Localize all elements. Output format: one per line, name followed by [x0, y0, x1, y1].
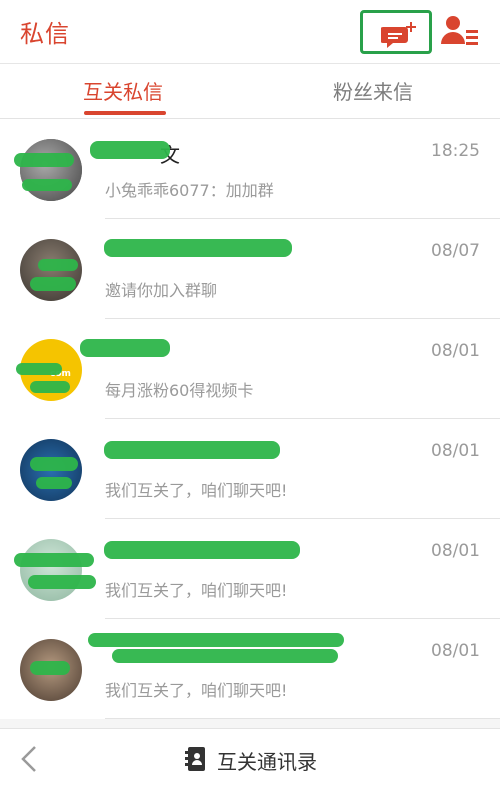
redaction-mark	[104, 541, 300, 559]
new-message-button[interactable]	[360, 10, 432, 54]
redaction-mark	[88, 633, 344, 647]
conversation-row[interactable]: 文 小兔乖乖6077：加加群 18:25	[0, 119, 500, 219]
conversation-time: 08/07	[431, 241, 480, 261]
redaction-mark	[30, 381, 70, 393]
redaction-mark	[14, 553, 94, 567]
conversation-preview: 我们互关了，咱们聊天吧!	[105, 681, 288, 700]
contact-list-button[interactable]	[441, 14, 481, 50]
redaction-mark	[30, 457, 78, 471]
conversation-time: 08/01	[431, 341, 480, 361]
conversation-preview: 邀请你加入群聊	[105, 281, 218, 300]
conversation-time: 08/01	[431, 641, 480, 661]
conversation-preview: 每月涨粉60得视频卡	[105, 381, 254, 400]
redaction-mark	[104, 441, 280, 459]
top-bar: 私信	[0, 0, 500, 64]
chevron-left-icon	[21, 746, 36, 772]
add-chat-icon	[381, 22, 416, 48]
redaction-mark	[80, 339, 170, 357]
redaction-mark	[90, 141, 170, 159]
conversation-preview: 小兔乖乖6077：加加群	[105, 181, 274, 200]
bottom-bar: 互关通讯录	[0, 728, 500, 788]
conversation-row[interactable]: 我们互关了，咱们聊天吧! 08/01	[0, 519, 500, 619]
message-tabs: 互关私信 粉丝来信	[0, 64, 500, 119]
conversation-preview: 我们互关了，咱们聊天吧!	[105, 581, 288, 600]
redaction-mark	[16, 363, 62, 375]
conversation-list: 文 小兔乖乖6077：加加群 18:25 邀请你加入群聊 08/07 com 每…	[0, 119, 500, 719]
conversation-row[interactable]: 邀请你加入群聊 08/07	[0, 219, 500, 319]
tab-fan-messages[interactable]: 粉丝来信	[333, 76, 413, 105]
page-title: 私信	[20, 20, 70, 48]
contact-list-icon	[441, 16, 478, 45]
redaction-mark	[104, 239, 292, 257]
redaction-mark	[38, 259, 78, 271]
avatar	[20, 539, 82, 601]
redaction-mark	[30, 277, 76, 291]
redaction-mark	[112, 649, 338, 663]
redaction-mark	[28, 575, 96, 589]
address-book-icon	[185, 747, 205, 771]
redaction-mark	[14, 153, 74, 167]
conversation-row[interactable]: 我们互关了，咱们聊天吧! 08/01	[0, 619, 500, 719]
conversation-time: 18:25	[431, 141, 480, 161]
redaction-mark	[36, 477, 72, 489]
conversation-time: 08/01	[431, 441, 480, 461]
avatar	[20, 139, 82, 201]
back-button[interactable]	[18, 744, 40, 774]
conversation-row[interactable]: 我们互关了，咱们聊天吧! 08/01	[0, 419, 500, 519]
redaction-mark	[30, 661, 70, 675]
conversation-time: 08/01	[431, 541, 480, 561]
active-tab-indicator	[84, 111, 166, 115]
conversation-preview: 我们互关了，咱们聊天吧!	[105, 481, 288, 500]
tab-mutual-messages[interactable]: 互关私信	[83, 76, 163, 105]
conversation-row[interactable]: com 每月涨粉60得视频卡 08/01	[0, 319, 500, 419]
redaction-mark	[22, 179, 72, 191]
mutual-contacts-label: 互关通讯录	[217, 750, 317, 774]
